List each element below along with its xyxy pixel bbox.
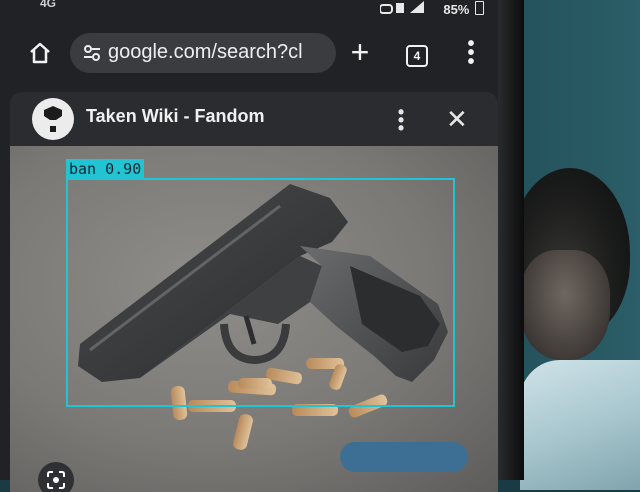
battery-indicator: 85% <box>443 1 484 17</box>
battery-percent: 85% <box>443 2 470 17</box>
more-vert-icon: • • • <box>397 102 405 138</box>
home-button[interactable] <box>22 35 58 71</box>
fandom-logo-icon <box>44 106 62 132</box>
site-favicon <box>32 98 74 140</box>
sheet-header: Taken Wiki - Fandom • • • ✕ <box>10 92 498 146</box>
lens-search-button[interactable] <box>38 462 74 492</box>
detection-label: ban 0.90 <box>66 159 145 179</box>
new-tab-button[interactable]: + <box>344 36 376 70</box>
phone-screen: 4G 85% google.com/search?cl + 4 • • • Ta… <box>0 0 520 492</box>
status-bar: 4G 85% <box>0 0 498 22</box>
more-vert-icon: • • • <box>467 33 475 73</box>
address-bar[interactable]: google.com/search?cl <box>70 33 336 73</box>
browser-menu-button[interactable]: • • • <box>464 34 478 72</box>
phone-bezel <box>498 0 524 480</box>
status-network-text: 4G <box>40 0 57 10</box>
home-icon <box>30 42 50 64</box>
lens-icon <box>47 471 65 489</box>
battery-icon <box>475 1 484 15</box>
sheet-menu-button[interactable]: • • • <box>396 103 406 137</box>
close-button[interactable]: ✕ <box>446 106 468 132</box>
site-settings-icon[interactable] <box>82 43 102 63</box>
browser-toolbar: google.com/search?cl + 4 • • • <box>0 26 498 82</box>
sheet-title: Taken Wiki - Fandom <box>86 106 265 126</box>
tab-switcher-button[interactable]: 4 <box>406 45 428 67</box>
signal-icon <box>379 1 426 18</box>
preview-image: ban 0.90 <box>10 146 498 492</box>
preview-sheet: Taken Wiki - Fandom • • • ✕ ban 0.90 <box>10 92 498 492</box>
detection-box <box>66 178 455 407</box>
person-shirt <box>520 360 640 490</box>
bottom-action-button[interactable] <box>340 442 468 472</box>
person-face <box>520 250 610 360</box>
url-text[interactable]: google.com/search?cl <box>108 41 330 64</box>
